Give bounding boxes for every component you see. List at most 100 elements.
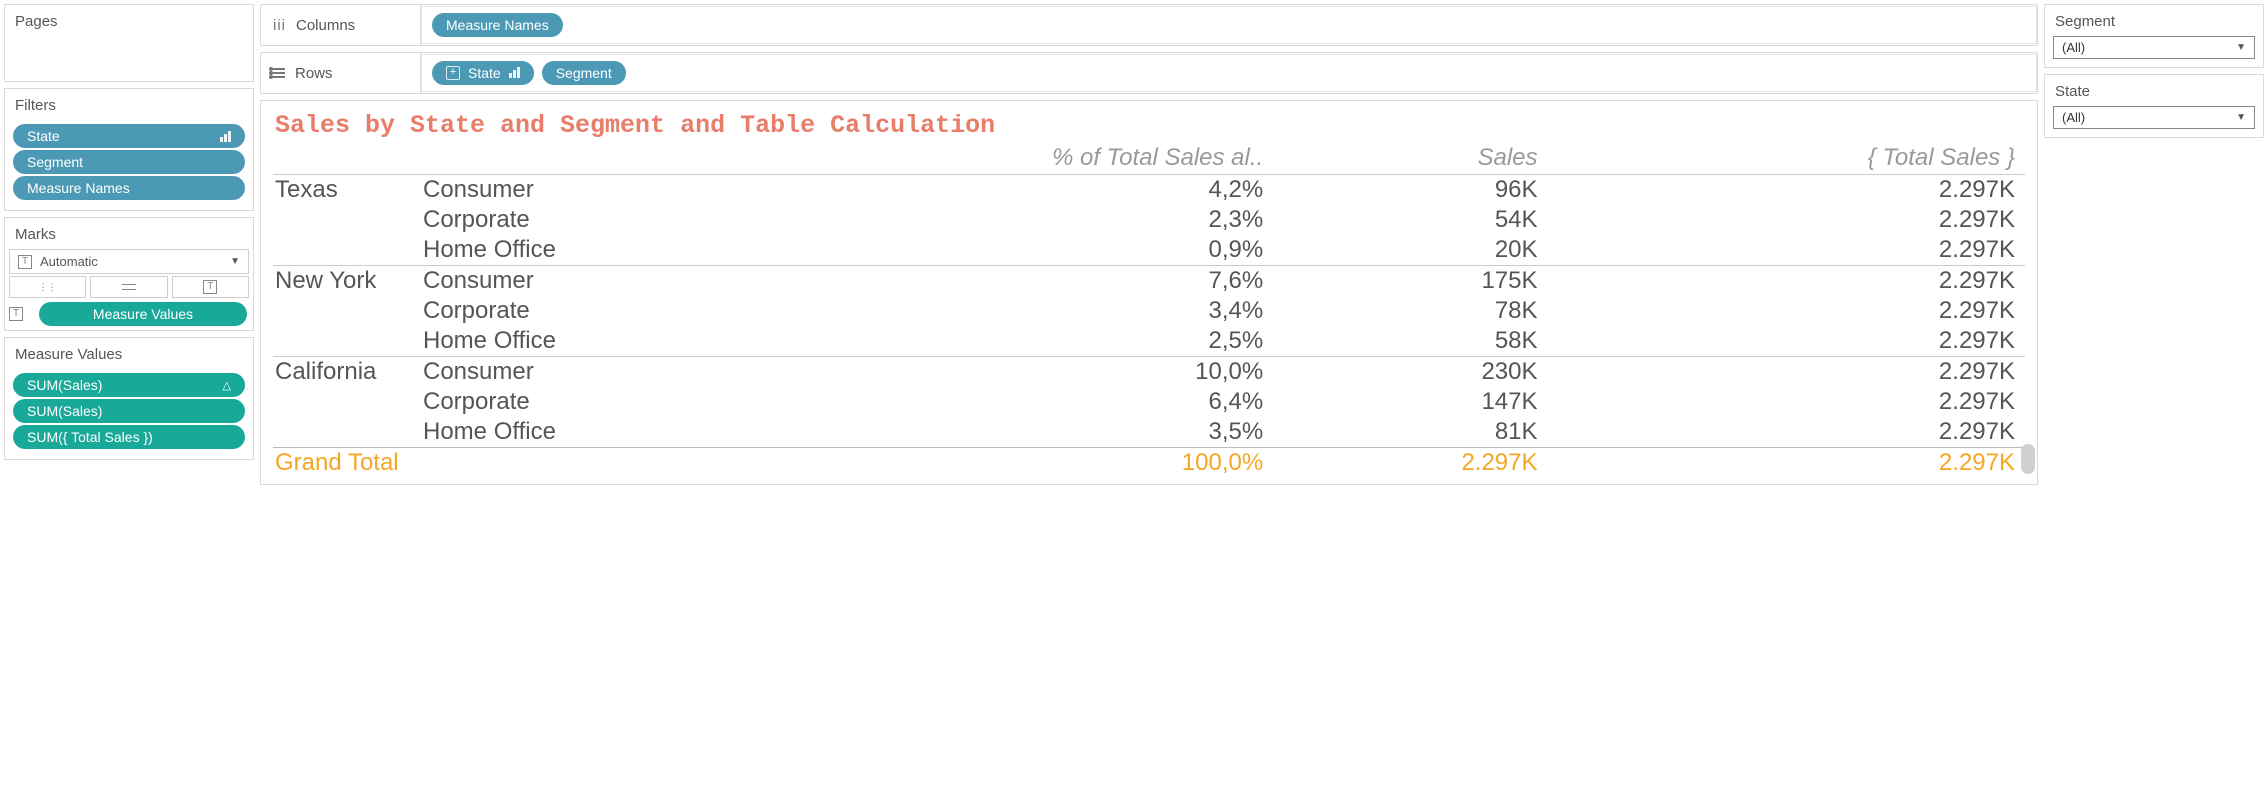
- pill-label: Segment: [27, 154, 83, 170]
- scrollbar-thumb[interactable]: [2021, 444, 2035, 474]
- columns-label: Columns: [296, 17, 355, 34]
- table-row[interactable]: Corporate3,4%78K2.297K: [273, 296, 2025, 326]
- segment-cell[interactable]: Home Office: [413, 235, 613, 266]
- segment-cell[interactable]: Home Office: [413, 417, 613, 448]
- total-cell[interactable]: 2.297K: [1548, 266, 2025, 297]
- pct-cell[interactable]: 2,5%: [613, 326, 1273, 357]
- mv-pill-0[interactable]: SUM(Sales) △: [13, 373, 245, 397]
- crosstab: % of Total Sales al.. Sales { Total Sale…: [273, 142, 2025, 478]
- marks-type-select[interactable]: T Automatic ▼: [9, 249, 249, 274]
- total-cell[interactable]: 2.297K: [1548, 326, 2025, 357]
- state-filter-select[interactable]: (All) ▼: [2053, 106, 2255, 129]
- sales-cell[interactable]: 96K: [1273, 175, 1547, 206]
- segment-cell[interactable]: Corporate: [413, 387, 613, 417]
- state-cell[interactable]: Texas: [273, 175, 413, 206]
- total-cell[interactable]: 2.297K: [1548, 175, 2025, 206]
- pct-cell[interactable]: 7,6%: [613, 266, 1273, 297]
- viz-canvas[interactable]: Sales by State and Segment and Table Cal…: [260, 100, 2038, 485]
- table-row[interactable]: Home Office3,5%81K2.297K: [273, 417, 2025, 448]
- segment-cell[interactable]: Corporate: [413, 205, 613, 235]
- marks-size-cell[interactable]: [90, 276, 167, 298]
- sales-cell[interactable]: 230K: [1273, 357, 1547, 388]
- table-row[interactable]: Corporate2,3%54K2.297K: [273, 205, 2025, 235]
- pct-cell[interactable]: 10,0%: [613, 357, 1273, 388]
- sales-cell[interactable]: 78K: [1273, 296, 1547, 326]
- pill-label: Segment: [556, 65, 612, 81]
- table-row[interactable]: Home Office0,9%20K2.297K: [273, 235, 2025, 266]
- segment-filter-select[interactable]: (All) ▼: [2053, 36, 2255, 59]
- segment-cell[interactable]: Corporate: [413, 296, 613, 326]
- filter-card-state: State (All) ▼: [2044, 74, 2264, 138]
- col-header-1[interactable]: Sales: [1273, 142, 1547, 175]
- marks-color-cell[interactable]: ⋮⋮: [9, 276, 86, 298]
- pages-shelf[interactable]: Pages: [4, 4, 254, 82]
- filter-pill-state[interactable]: State: [13, 124, 245, 148]
- pct-cell[interactable]: 3,5%: [613, 417, 1273, 448]
- rows-shelf[interactable]: Rows + State Segment: [260, 52, 2038, 94]
- segment-cell[interactable]: Consumer: [413, 175, 613, 206]
- row-pill-state[interactable]: + State: [432, 61, 534, 85]
- state-cell[interactable]: [273, 417, 413, 448]
- columns-shelf[interactable]: iii Columns Measure Names: [260, 4, 2038, 46]
- total-cell[interactable]: 2.297K: [1548, 417, 2025, 448]
- col-header-0[interactable]: % of Total Sales al..: [613, 142, 1273, 175]
- marks-card[interactable]: Marks T Automatic ▼ ⋮⋮ T T Measure Value…: [4, 217, 254, 331]
- grand-total-label[interactable]: Grand Total: [273, 448, 613, 479]
- total-cell[interactable]: 2.297K: [1548, 205, 2025, 235]
- columns-icon: iii: [273, 17, 286, 34]
- pct-cell[interactable]: 6,4%: [613, 387, 1273, 417]
- expand-icon: +: [446, 66, 460, 80]
- table-row[interactable]: TexasConsumer4,2%96K2.297K: [273, 175, 2025, 206]
- sales-cell[interactable]: 54K: [1273, 205, 1547, 235]
- filter-pill-measure-names[interactable]: Measure Names: [13, 176, 245, 200]
- grand-pct[interactable]: 100,0%: [613, 448, 1273, 479]
- table-row[interactable]: Corporate6,4%147K2.297K: [273, 387, 2025, 417]
- mv-pill-2[interactable]: SUM({ Total Sales }): [13, 425, 245, 449]
- grand-total-row[interactable]: Grand Total100,0%2.297K2.297K: [273, 448, 2025, 479]
- table-row[interactable]: Home Office2,5%58K2.297K: [273, 326, 2025, 357]
- pct-cell[interactable]: 0,9%: [613, 235, 1273, 266]
- state-cell[interactable]: [273, 235, 413, 266]
- pill-label: Measure Values: [93, 306, 193, 322]
- marks-label-cell[interactable]: T: [172, 276, 249, 298]
- chevron-down-icon: ▼: [2236, 112, 2246, 123]
- col-pill-measure-names[interactable]: Measure Names: [432, 13, 563, 37]
- total-cell[interactable]: 2.297K: [1548, 357, 2025, 388]
- sales-cell[interactable]: 147K: [1273, 387, 1547, 417]
- segment-cell[interactable]: Home Office: [413, 326, 613, 357]
- state-cell[interactable]: [273, 205, 413, 235]
- grand-sales[interactable]: 2.297K: [1273, 448, 1547, 479]
- viz-title[interactable]: Sales by State and Segment and Table Cal…: [273, 107, 2025, 142]
- table-row[interactable]: New YorkConsumer7,6%175K2.297K: [273, 266, 2025, 297]
- state-cell[interactable]: [273, 296, 413, 326]
- measure-values-shelf[interactable]: Measure Values SUM(Sales) △ SUM(Sales) S…: [4, 337, 254, 460]
- color-icon: ⋮⋮: [39, 282, 57, 293]
- segment-cell[interactable]: Consumer: [413, 357, 613, 388]
- sort-icon: [220, 130, 231, 142]
- pill-label: SUM(Sales): [27, 377, 102, 393]
- pct-cell[interactable]: 2,3%: [613, 205, 1273, 235]
- filters-shelf[interactable]: Filters State Segment Measure Names: [4, 88, 254, 211]
- col-header-2[interactable]: { Total Sales }: [1548, 142, 2025, 175]
- sales-cell[interactable]: 81K: [1273, 417, 1547, 448]
- state-cell[interactable]: New York: [273, 266, 413, 297]
- total-cell[interactable]: 2.297K: [1548, 235, 2025, 266]
- table-row[interactable]: CaliforniaConsumer10,0%230K2.297K: [273, 357, 2025, 388]
- sales-cell[interactable]: 58K: [1273, 326, 1547, 357]
- marks-text-pill[interactable]: Measure Values: [39, 302, 247, 326]
- filter-pill-segment[interactable]: Segment: [13, 150, 245, 174]
- state-cell[interactable]: [273, 326, 413, 357]
- segment-cell[interactable]: Consumer: [413, 266, 613, 297]
- total-cell[interactable]: 2.297K: [1548, 296, 2025, 326]
- sales-cell[interactable]: 175K: [1273, 266, 1547, 297]
- sales-cell[interactable]: 20K: [1273, 235, 1547, 266]
- state-cell[interactable]: [273, 387, 413, 417]
- mv-pill-1[interactable]: SUM(Sales): [13, 399, 245, 423]
- pct-cell[interactable]: 4,2%: [613, 175, 1273, 206]
- state-cell[interactable]: California: [273, 357, 413, 388]
- row-pill-segment[interactable]: Segment: [542, 61, 626, 85]
- grand-total[interactable]: 2.297K: [1548, 448, 2025, 479]
- total-cell[interactable]: 2.297K: [1548, 387, 2025, 417]
- pct-cell[interactable]: 3,4%: [613, 296, 1273, 326]
- pill-label: Measure Names: [27, 180, 130, 196]
